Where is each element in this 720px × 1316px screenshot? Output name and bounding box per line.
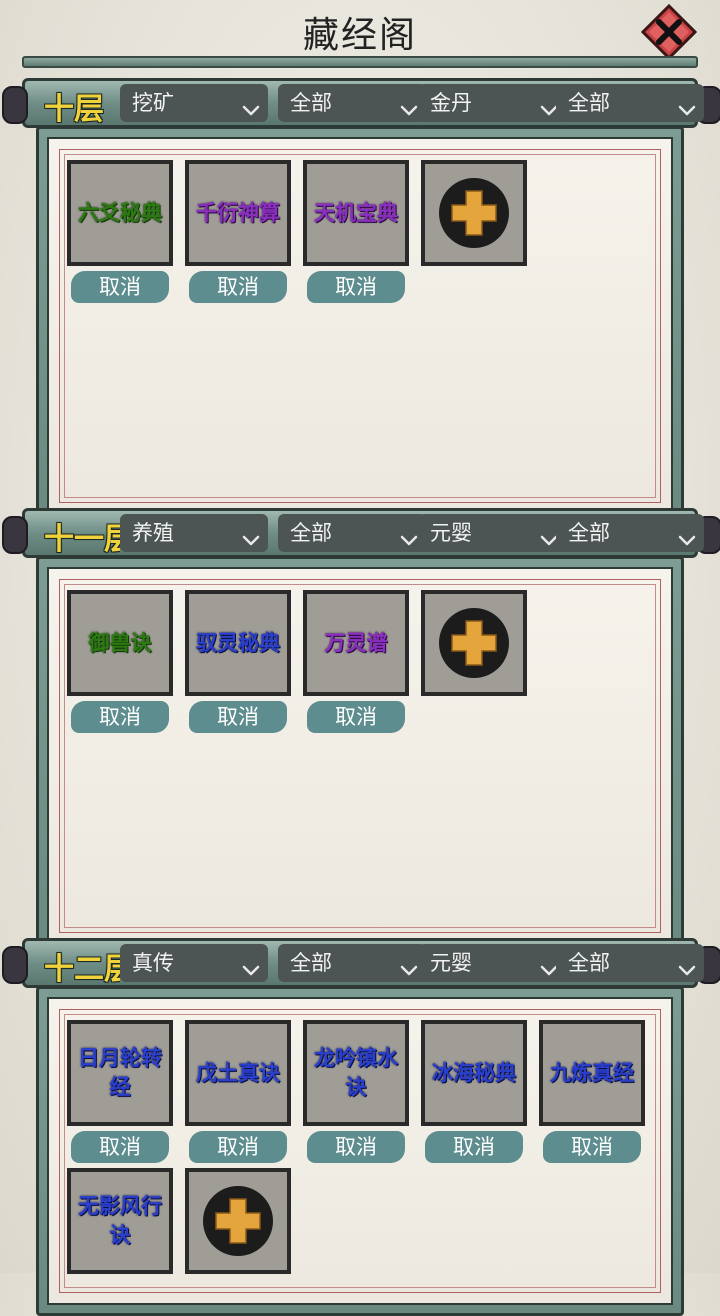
- floor-label: 十一层: [44, 522, 120, 557]
- plus-icon: [439, 178, 509, 248]
- book-slot-face: 龙吟镇水诀: [307, 1024, 405, 1122]
- chevron-down-icon: [400, 524, 418, 546]
- filter-dropdown-value: 元婴: [430, 521, 472, 545]
- book-slot[interactable]: 无影风行诀: [67, 1168, 173, 1274]
- book-slot-face: 冰海秘典: [425, 1024, 523, 1122]
- rod-end-cap: [2, 946, 28, 984]
- book-slot[interactable]: 冰海秘典: [421, 1020, 527, 1126]
- filter-dropdown[interactable]: 全部: [278, 514, 426, 552]
- filter-dropdown[interactable]: 全部: [556, 514, 704, 552]
- filter-dropdown-value: 全部: [290, 91, 332, 115]
- filter-dropdown[interactable]: 挖矿: [120, 84, 268, 122]
- chevron-down-icon: [400, 94, 418, 116]
- book-slot[interactable]: 龙吟镇水诀: [303, 1020, 409, 1126]
- add-book-slot[interactable]: [421, 160, 527, 266]
- add-book-slot[interactable]: [185, 1168, 291, 1274]
- book-name: 天机宝典: [314, 200, 398, 225]
- close-button[interactable]: [640, 3, 698, 61]
- cancel-button[interactable]: 取消: [189, 271, 287, 303]
- floor-label: 十层: [44, 92, 104, 127]
- add-slot-face: [425, 594, 523, 692]
- book-slot[interactable]: 万灵谱: [303, 590, 409, 696]
- rod-end-cap: [2, 86, 28, 124]
- chevron-down-icon: [400, 954, 418, 976]
- plus-icon: [439, 608, 509, 678]
- book-slot[interactable]: 戊土真诀: [185, 1020, 291, 1126]
- filter-dropdown-value: 养殖: [132, 521, 174, 545]
- book-name: 驭灵秘典: [196, 630, 280, 655]
- book-slot-face: 无影风行诀: [71, 1172, 169, 1270]
- cancel-button[interactable]: 取消: [307, 1131, 405, 1163]
- filter-dropdown-value: 真传: [132, 951, 174, 975]
- chevron-down-icon: [678, 94, 696, 116]
- book-name: 九炼真经: [550, 1060, 634, 1085]
- cancel-button[interactable]: 取消: [189, 701, 287, 733]
- filter-dropdown-value: 全部: [290, 951, 332, 975]
- book-name: 千衍神算: [196, 200, 280, 225]
- filter-dropdown-value: 全部: [568, 521, 610, 545]
- book-name: 万灵谱: [324, 630, 388, 655]
- cancel-button[interactable]: 取消: [425, 1131, 523, 1163]
- filter-dropdown[interactable]: 金丹: [418, 84, 566, 122]
- book-name: 六爻秘典: [78, 200, 162, 225]
- cancel-button[interactable]: 取消: [71, 1131, 169, 1163]
- filter-dropdown[interactable]: 全部: [556, 84, 704, 122]
- chevron-down-icon: [242, 954, 260, 976]
- book-name: 戊土真诀: [196, 1060, 280, 1085]
- cancel-button[interactable]: 取消: [71, 271, 169, 303]
- book-slot-face: 天机宝典: [307, 164, 405, 262]
- rod-end-cap: [2, 516, 28, 554]
- book-slot-face: 日月轮转经: [71, 1024, 169, 1122]
- filter-dropdown-value: 全部: [290, 521, 332, 545]
- book-slot[interactable]: 天机宝典: [303, 160, 409, 266]
- chevron-down-icon: [242, 524, 260, 546]
- filter-dropdown-value: 全部: [568, 91, 610, 115]
- cancel-button[interactable]: 取消: [307, 701, 405, 733]
- book-name: 冰海秘典: [432, 1060, 516, 1085]
- book-slot-face: 驭灵秘典: [189, 594, 287, 692]
- book-slot[interactable]: 御兽诀: [67, 590, 173, 696]
- book-slot-face: 万灵谱: [307, 594, 405, 692]
- cancel-button[interactable]: 取消: [307, 271, 405, 303]
- book-name: 无影风行诀: [78, 1194, 162, 1247]
- add-slot-face: [425, 164, 523, 262]
- book-name: 御兽诀: [88, 630, 152, 655]
- book-name: 龙吟镇水诀: [314, 1046, 398, 1099]
- filter-dropdown-value: 元婴: [430, 951, 472, 975]
- book-slot-face: 九炼真经: [543, 1024, 641, 1122]
- book-slot[interactable]: 驭灵秘典: [185, 590, 291, 696]
- floor-label: 十二层: [44, 952, 120, 987]
- book-slot-face: 六爻秘典: [71, 164, 169, 262]
- filter-dropdown[interactable]: 真传: [120, 944, 268, 982]
- filter-dropdown-value: 金丹: [430, 91, 472, 115]
- chevron-down-icon: [678, 524, 696, 546]
- filter-dropdown[interactable]: 元婴: [418, 944, 566, 982]
- book-slot[interactable]: 六爻秘典: [67, 160, 173, 266]
- filter-dropdown[interactable]: 养殖: [120, 514, 268, 552]
- book-name: 日月轮转经: [78, 1046, 162, 1099]
- top-rod: [22, 56, 698, 68]
- filter-dropdown[interactable]: 元婴: [418, 514, 566, 552]
- book-slot[interactable]: 千衍神算: [185, 160, 291, 266]
- add-book-slot[interactable]: [421, 590, 527, 696]
- add-slot-face: [189, 1172, 287, 1270]
- filter-dropdown[interactable]: 全部: [278, 84, 426, 122]
- chevron-down-icon: [242, 94, 260, 116]
- book-slot[interactable]: 九炼真经: [539, 1020, 645, 1126]
- filter-dropdown[interactable]: 全部: [556, 944, 704, 982]
- plus-icon: [203, 1186, 273, 1256]
- book-slot-face: 御兽诀: [71, 594, 169, 692]
- chevron-down-icon: [678, 954, 696, 976]
- book-slot[interactable]: 日月轮转经: [67, 1020, 173, 1126]
- filter-dropdown[interactable]: 全部: [278, 944, 426, 982]
- cancel-button[interactable]: 取消: [71, 701, 169, 733]
- filter-dropdown-value: 全部: [568, 951, 610, 975]
- filter-dropdown-value: 挖矿: [132, 91, 174, 115]
- page-title: 藏经阁: [302, 15, 417, 56]
- cancel-button[interactable]: 取消: [543, 1131, 641, 1163]
- cancel-button[interactable]: 取消: [189, 1131, 287, 1163]
- book-slot-face: 千衍神算: [189, 164, 287, 262]
- book-slot-face: 戊土真诀: [189, 1024, 287, 1122]
- close-icon: [640, 3, 698, 61]
